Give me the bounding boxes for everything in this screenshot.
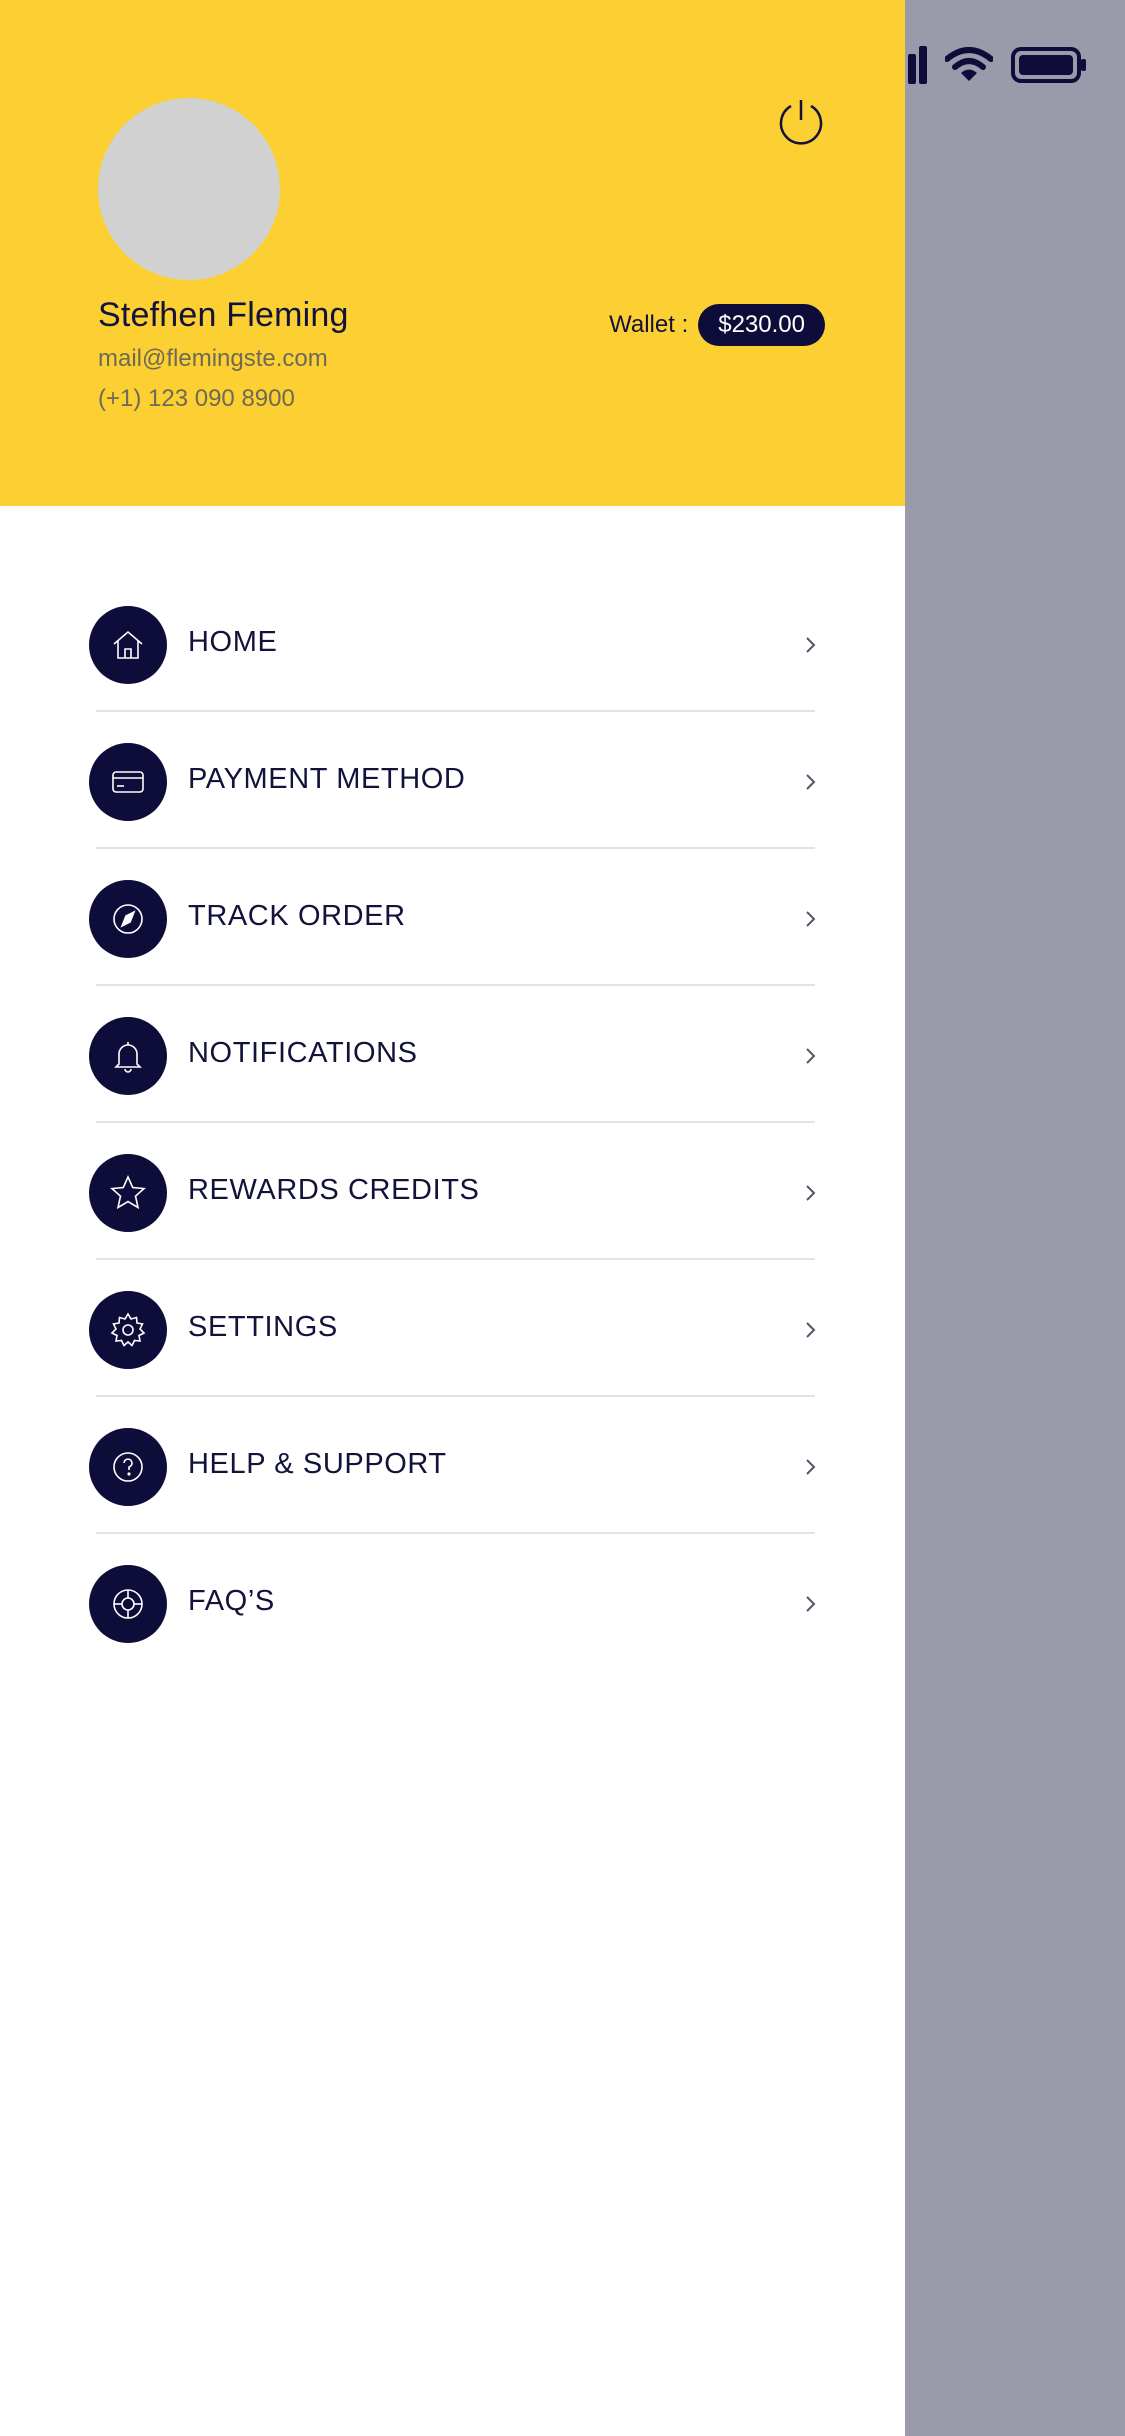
- user-email: mail@flemingste.com: [98, 345, 328, 372]
- menu-item-label: PAYMENT METHOD: [188, 763, 466, 795]
- user-phone: (+1) 123 090 8900: [98, 385, 295, 412]
- chevron-right-icon: [806, 774, 816, 790]
- wallet-amount-badge[interactable]: $230.00: [698, 304, 825, 346]
- menu-item-label: HELP & SUPPORT: [188, 1448, 447, 1480]
- user-name: Stefhen Fleming: [98, 296, 349, 334]
- chevron-right-icon: [806, 1185, 816, 1201]
- drawer-menu: HOME PAYMENT METHOD TRACK ORDER NOTIFICA…: [0, 575, 905, 1671]
- menu-item-help-support[interactable]: HELP & SUPPORT: [0, 1397, 905, 1534]
- battery-icon: [1011, 47, 1086, 83]
- chevron-right-icon: [806, 1322, 816, 1338]
- menu-item-label: HOME: [188, 626, 278, 658]
- lifebuoy-icon: [89, 1565, 167, 1643]
- menu-item-faqs[interactable]: FAQ’S: [0, 1534, 905, 1671]
- wallet: Wallet : $230.00: [609, 304, 825, 346]
- avatar[interactable]: [98, 98, 280, 280]
- menu-item-label: FAQ’S: [188, 1585, 275, 1617]
- wallet-label: Wallet :: [609, 311, 689, 338]
- chevron-right-icon: [806, 1459, 816, 1475]
- chevron-right-icon: [806, 1596, 816, 1612]
- menu-item-label: SETTINGS: [188, 1311, 338, 1343]
- menu-item-notifications[interactable]: NOTIFICATIONS: [0, 986, 905, 1123]
- bell-icon: [89, 1017, 167, 1095]
- gear-icon: [89, 1291, 167, 1369]
- menu-item-settings[interactable]: SETTINGS: [0, 1260, 905, 1397]
- menu-item-label: NOTIFICATIONS: [188, 1037, 418, 1069]
- menu-item-rewards-credits[interactable]: REWARDS CREDITS: [0, 1123, 905, 1260]
- menu-item-payment-method[interactable]: PAYMENT METHOD: [0, 712, 905, 849]
- side-drawer: Stefhen Fleming mail@flemingste.com (+1)…: [0, 0, 905, 2436]
- status-bar: [897, 46, 1087, 84]
- chevron-right-icon: [806, 911, 816, 927]
- star-icon: [89, 1154, 167, 1232]
- help-circle-icon: [89, 1428, 167, 1506]
- logout-button[interactable]: [776, 96, 826, 146]
- profile-header: Stefhen Fleming mail@flemingste.com (+1)…: [0, 0, 905, 506]
- navigation-icon: [89, 880, 167, 958]
- power-icon: [779, 100, 823, 145]
- menu-item-label: TRACK ORDER: [188, 900, 406, 932]
- chevron-right-icon: [806, 1048, 816, 1064]
- menu-item-label: REWARDS CREDITS: [188, 1174, 480, 1206]
- chevron-right-icon: [806, 637, 816, 653]
- menu-item-home[interactable]: HOME: [0, 575, 905, 712]
- credit-card-icon: [89, 743, 167, 821]
- home-icon: [89, 606, 167, 684]
- wifi-icon: [945, 47, 993, 81]
- menu-item-track-order[interactable]: TRACK ORDER: [0, 849, 905, 986]
